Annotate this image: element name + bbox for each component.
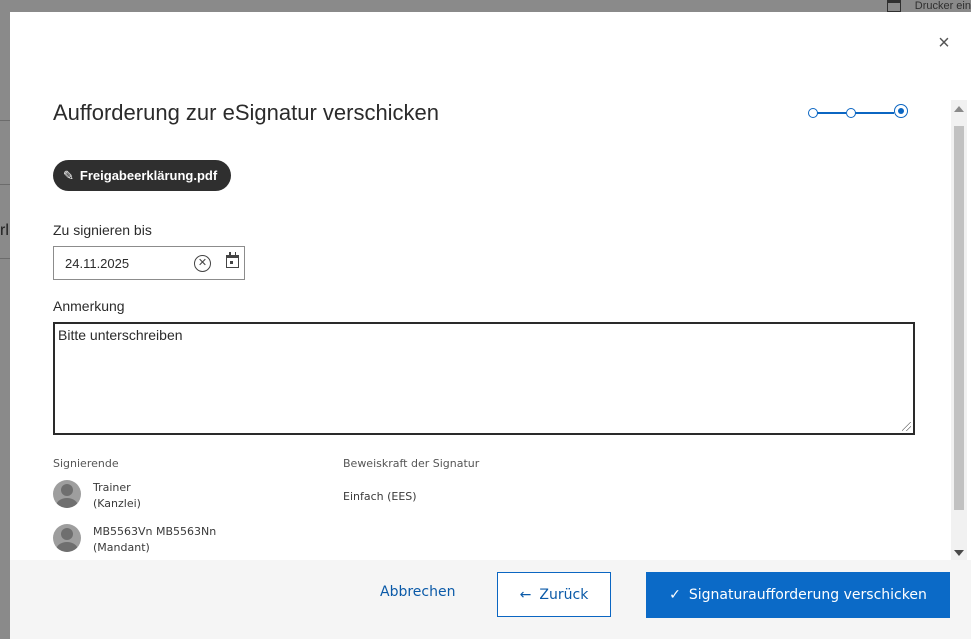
- scroll-up-icon[interactable]: [954, 106, 964, 112]
- background-divider: [0, 184, 10, 185]
- note-textarea[interactable]: Bitte unterschreiben: [55, 324, 913, 433]
- note-label: Anmerkung: [53, 298, 125, 314]
- signer-role: (Kanzlei): [93, 497, 141, 510]
- send-signature-request-button[interactable]: ✓ Signaturaufforderung verschicken: [646, 572, 950, 618]
- avatar: [53, 524, 81, 552]
- background-divider: [0, 120, 10, 121]
- content-scrollbar[interactable]: [951, 100, 967, 564]
- note-field: Bitte unterschreiben: [53, 322, 915, 435]
- signer-text: Trainer (Kanzlei): [93, 480, 141, 512]
- send-button-label: Signaturaufforderung verschicken: [688, 587, 927, 603]
- signature-strength-value: Einfach (EES): [343, 490, 417, 503]
- avatar: [53, 480, 81, 508]
- signers-label: Signierende: [53, 457, 119, 470]
- cancel-button[interactable]: Abbrechen: [380, 584, 455, 600]
- resize-grip-icon[interactable]: [902, 422, 911, 431]
- scroll-thumb[interactable]: [954, 126, 964, 510]
- clear-icon[interactable]: ✕: [194, 255, 211, 272]
- background-divider: [0, 258, 10, 259]
- calendar-icon[interactable]: [226, 252, 239, 268]
- step-2-indicator: [846, 108, 856, 118]
- signer-text: MB5563Vn MB5563Nn (Mandant): [93, 524, 216, 556]
- close-icon[interactable]: ×: [935, 33, 953, 53]
- scroll-down-icon[interactable]: [954, 550, 964, 556]
- signer-role: (Mandant): [93, 541, 150, 554]
- signer-item: MB5563Vn MB5563Nn (Mandant): [53, 524, 216, 556]
- due-date-field: ✕: [53, 246, 245, 280]
- dialog-footer: Abbrechen ← Zurück ✓ Signaturaufforderun…: [10, 560, 971, 639]
- back-button[interactable]: ← Zurück: [497, 572, 611, 617]
- pen-icon: ✎: [63, 167, 74, 183]
- background-toolbar-label: Drucker ein: [914, 0, 971, 12]
- signer-name: MB5563Vn MB5563Nn: [93, 525, 217, 538]
- signature-strength-label: Beweiskraft der Signatur: [343, 457, 480, 470]
- step-1-indicator: [808, 108, 818, 118]
- dialog-title: Aufforderung zur eSignatur verschicken: [53, 100, 440, 125]
- due-date-label: Zu signieren bis: [53, 222, 152, 238]
- due-date-input[interactable]: [63, 254, 187, 272]
- step-connector: [854, 112, 894, 114]
- file-chip-label: Freigabeerklärung.pdf: [79, 168, 218, 183]
- step-3-indicator-active: [894, 104, 908, 118]
- esignature-dialog: × Aufforderung zur eSignatur verschicken…: [10, 12, 971, 639]
- checkmark-icon: ✓: [669, 587, 681, 603]
- file-chip[interactable]: ✎ Freigabeerklärung.pdf: [53, 160, 232, 191]
- progress-stepper: [808, 104, 908, 121]
- background-text: rl: [0, 222, 9, 239]
- dialog-content: Aufforderung zur eSignatur verschicken ✎…: [10, 72, 951, 560]
- step-connector: [816, 112, 846, 114]
- back-button-label: Zurück: [539, 586, 589, 603]
- signer-name: Trainer: [93, 481, 131, 494]
- arrow-left-icon: ←: [519, 586, 532, 603]
- signer-item: Trainer (Kanzlei): [53, 480, 141, 512]
- printer-icon: [886, 0, 901, 13]
